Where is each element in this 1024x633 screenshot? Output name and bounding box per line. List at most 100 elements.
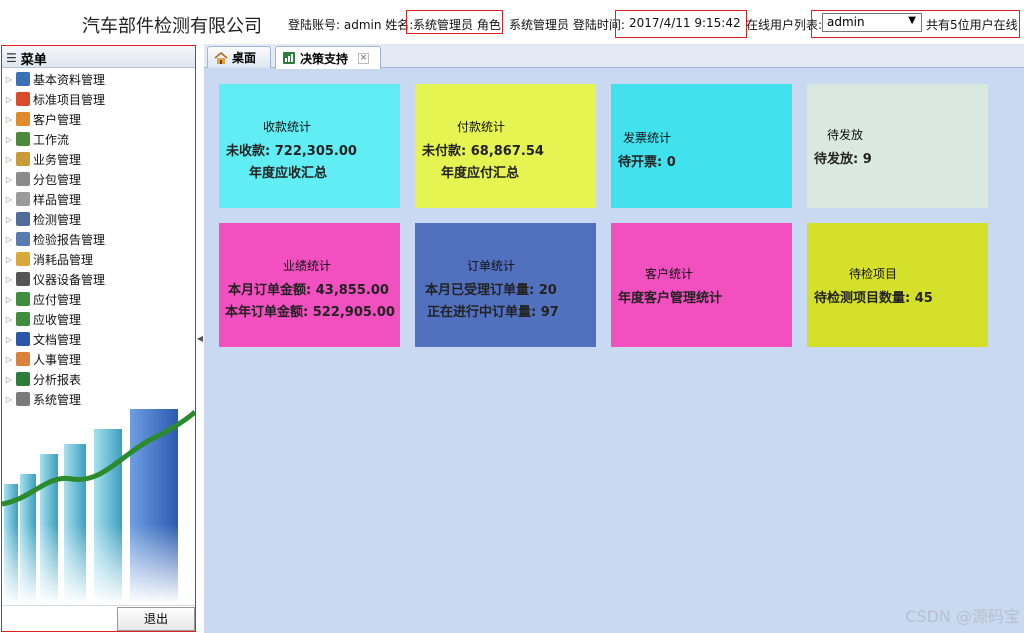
expand-arrow-icon[interactable]: ▷ xyxy=(4,195,14,204)
tab-desktop[interactable]: 桌面 xyxy=(207,46,271,68)
close-icon[interactable]: × xyxy=(358,52,370,64)
money-in-icon xyxy=(16,312,30,326)
card-line: 年度应付汇总 xyxy=(441,166,520,181)
sidebar-item[interactable]: ▷ 样品管理 xyxy=(2,189,195,209)
sidebar-item-label: 分包管理 xyxy=(33,172,82,187)
expand-arrow-icon[interactable]: ▷ xyxy=(4,255,14,264)
tab-decision-support[interactable]: 决策支持 × xyxy=(275,46,381,69)
expand-arrow-icon[interactable]: ▷ xyxy=(4,215,14,224)
sidebar-item[interactable]: ▷ 仪器设备管理 xyxy=(2,269,195,289)
card-line: 本月已受理订单量: 20 xyxy=(425,283,557,298)
sidebar-item-label: 分析报表 xyxy=(33,372,82,387)
expand-arrow-icon[interactable]: ▷ xyxy=(4,135,14,144)
expand-arrow-icon[interactable]: ▷ xyxy=(4,275,14,284)
sidebar-item[interactable]: ▷ 消耗品管理 xyxy=(2,249,195,269)
stat-card[interactable]: 待发放待发放: 9 xyxy=(807,84,988,208)
stat-card[interactable]: 付款统计未付款: 68,867.54 年度应付汇总 xyxy=(415,84,596,208)
sidebar-item-label: 样品管理 xyxy=(33,192,82,207)
sidebar-item-label: 业务管理 xyxy=(33,152,82,167)
card-title: 发票统计 xyxy=(623,131,672,145)
expand-arrow-icon[interactable]: ▷ xyxy=(4,315,14,324)
user-icon xyxy=(16,112,30,126)
sidebar: ☰ 菜单 ▷ 基本资料管理 ▷ 标准项目管理 ▷ 客户管理 ▷ 工作流 ▷ 业务管理 ▷ 分包管理 ▷ 样… xyxy=(1,45,196,632)
report-icon xyxy=(16,232,30,246)
sidebar-item-label: 检测管理 xyxy=(33,212,82,227)
sidebar-item-label: 标准项目管理 xyxy=(33,92,106,107)
expand-arrow-icon[interactable]: ▷ xyxy=(4,335,14,344)
sidebar-item-label: 消耗品管理 xyxy=(33,252,94,267)
money-out-icon xyxy=(16,292,30,306)
sidebar-item[interactable]: ▷ 检测管理 xyxy=(2,209,195,229)
card-line: 待检测项目数量: 45 xyxy=(814,291,933,306)
stat-card[interactable]: 待检项目待检测项目数量: 45 xyxy=(807,223,988,347)
expand-arrow-icon[interactable]: ▷ xyxy=(4,115,14,124)
name-role: 系统管理员 角色 xyxy=(413,18,501,32)
sidebar-item-label: 基本资料管理 xyxy=(33,72,106,87)
card-title: 订单统计 xyxy=(467,259,516,273)
camera-icon xyxy=(16,272,30,286)
card-line: 本年订单金额: 522,905.00 xyxy=(225,305,395,320)
book-icon xyxy=(16,72,30,86)
sidebar-item[interactable]: ▷ 文档管理 xyxy=(2,329,195,349)
stat-card[interactable]: 客户统计 年度客户管理统计 xyxy=(611,223,792,347)
card-line: 待发放: 9 xyxy=(814,152,872,167)
card-title: 待检项目 xyxy=(849,267,898,281)
sidebar-item[interactable]: ▷ 业务管理 xyxy=(2,149,195,169)
top-header: 汽车部件检测有限公司 登陆账号: admin 姓名: 系统管理员 角色 系统管理… xyxy=(0,0,1024,44)
expand-arrow-icon[interactable]: ▷ xyxy=(4,235,14,244)
sidebar-item-label: 应收管理 xyxy=(33,312,82,327)
sidebar-item-label: 检验报告管理 xyxy=(33,232,106,247)
sidebar-item[interactable]: ▷ 工作流 xyxy=(2,129,195,149)
box-icon xyxy=(16,252,30,266)
word-doc-icon xyxy=(16,332,30,346)
home-icon xyxy=(214,51,228,64)
card-line: 正在进行中订单量: 97 xyxy=(427,305,559,320)
expand-arrow-icon[interactable]: ▷ xyxy=(4,175,14,184)
main-content: 桌面 决策支持 × 收款统计 未收款: 722,305.00 年度应收汇总 付款统计未… xyxy=(204,44,1024,633)
list-icon: ☰ xyxy=(6,51,17,65)
expand-arrow-icon[interactable]: ▷ xyxy=(4,375,14,384)
stat-card[interactable]: 收款统计 未收款: 722,305.00 年度应收汇总 xyxy=(219,84,400,208)
sidebar-item-label: 仪器设备管理 xyxy=(33,272,106,287)
card-line: 未付款: 68,867.54 xyxy=(422,144,544,159)
sidebar-item[interactable]: ▷ 分包管理 xyxy=(2,169,195,189)
bar-chart-illustration xyxy=(2,409,195,604)
menu-list: ▷ 基本资料管理 ▷ 标准项目管理 ▷ 客户管理 ▷ 工作流 ▷ 业务管理 ▷ 分包管理 ▷ 样品管理 ▷ 检… xyxy=(2,68,195,409)
card-title: 待发放 xyxy=(827,128,864,142)
sidebar-item[interactable]: ▷ 应收管理 xyxy=(2,309,195,329)
menu-title: 菜单 xyxy=(20,52,47,68)
sidebar-item-label: 人事管理 xyxy=(33,352,82,367)
role-value: 系统管理员 登陆时间: xyxy=(509,18,625,32)
card-line: 未收款: 722,305.00 xyxy=(226,144,357,159)
collapse-sidebar-icon[interactable]: ◀ xyxy=(196,330,204,348)
card-line: 年度客户管理统计 xyxy=(618,291,723,306)
sidebar-item[interactable]: ▷ 应付管理 xyxy=(2,289,195,309)
expand-arrow-icon[interactable]: ▷ xyxy=(4,355,14,364)
expand-arrow-icon[interactable]: ▷ xyxy=(4,395,14,404)
stat-card[interactable]: 发票统计 待开票: 0 xyxy=(611,84,792,208)
sidebar-item[interactable]: ▷ 检验报告管理 xyxy=(2,229,195,249)
online-count: 共有5位用户在线 xyxy=(926,18,1018,32)
sidebar-item-label: 客户管理 xyxy=(33,112,82,127)
expand-arrow-icon[interactable]: ▷ xyxy=(4,75,14,84)
logout-button[interactable]: 退出 xyxy=(117,607,195,631)
chart-icon xyxy=(283,52,295,64)
copy-icon xyxy=(16,192,30,206)
sidebar-item[interactable]: ▷ 人事管理 xyxy=(2,349,195,369)
stat-card[interactable]: 订单统计本月已受理订单量: 20 正在进行中订单量: 97 xyxy=(415,223,596,347)
monitor-icon xyxy=(16,212,30,226)
people-icon xyxy=(16,352,30,366)
expand-arrow-icon[interactable]: ▷ xyxy=(4,155,14,164)
sidebar-item[interactable]: ▷ 分析报表 xyxy=(2,369,195,389)
sidebar-item[interactable]: ▷ 标准项目管理 xyxy=(2,89,195,109)
account-label: 登陆账号: admin 姓名: xyxy=(288,18,414,32)
stat-card[interactable]: 业绩统计 本月订单金额: 43,855.00 本年订单金额: 522,905.00 xyxy=(219,223,400,347)
expand-arrow-icon[interactable]: ▷ xyxy=(4,295,14,304)
sidebar-item[interactable]: ▷ 基本资料管理 xyxy=(2,69,195,89)
online-user-select[interactable]: admin ▼ xyxy=(822,13,922,32)
sidebar-item[interactable]: ▷ 客户管理 xyxy=(2,109,195,129)
tab-label: 决策支持 xyxy=(300,51,349,66)
expand-arrow-icon[interactable]: ▷ xyxy=(4,95,14,104)
card-line: 本月订单金额: 43,855.00 xyxy=(228,283,389,298)
card-title: 付款统计 xyxy=(457,120,506,134)
